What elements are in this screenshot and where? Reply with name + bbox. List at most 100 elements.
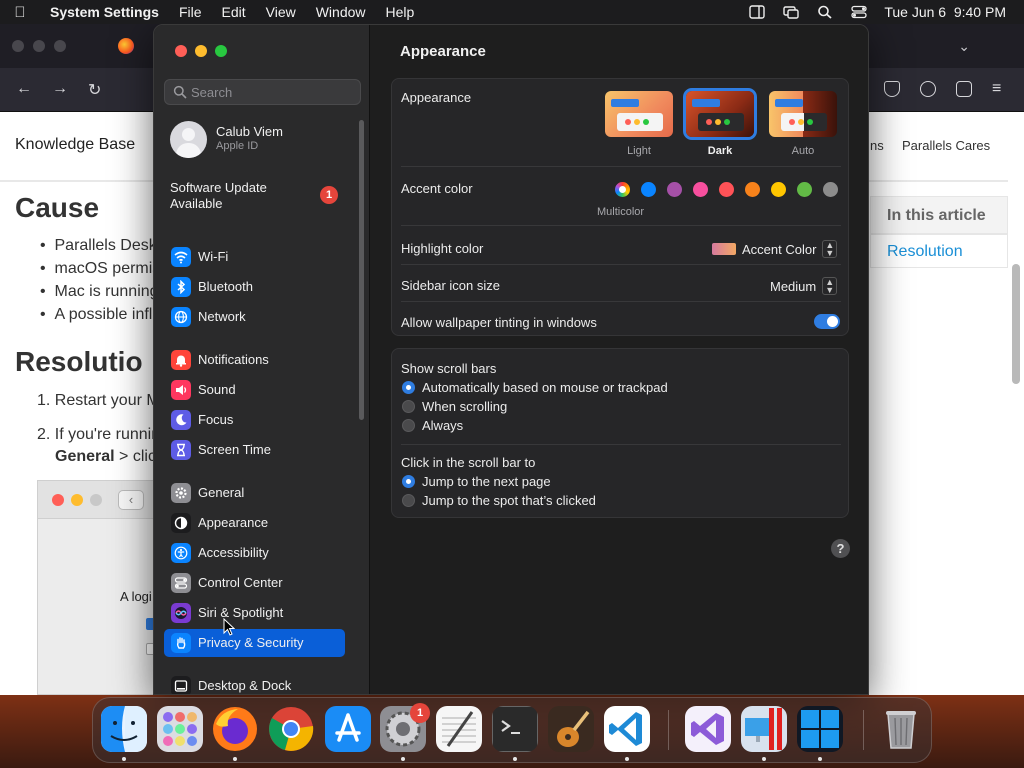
forward-icon[interactable]: → (52, 80, 68, 98)
menu-app-name[interactable]: System Settings (40, 4, 169, 20)
menu-help[interactable]: Help (376, 4, 425, 20)
sidebar-item-desktop-dock[interactable]: Desktop & Dock (164, 672, 345, 694)
dock-garageband-icon[interactable] (548, 706, 594, 752)
search-field[interactable] (164, 79, 361, 105)
sidebar-item-notifications[interactable]: Notifications (164, 346, 345, 374)
appearance-dark-option[interactable] (683, 88, 757, 140)
dock-launchpad-icon[interactable] (157, 706, 203, 752)
appearance-light-option[interactable] (605, 91, 673, 137)
hamburger-menu-icon[interactable]: ≡ (992, 80, 1001, 98)
dock-app-store-icon[interactable] (325, 706, 371, 752)
resolution-step: 2. If you're runnin (37, 426, 161, 443)
apple-id-account[interactable]: Calub Viem Apple ID (168, 117, 358, 161)
dock-icon (171, 676, 191, 694)
dock-chrome-icon[interactable] (268, 706, 314, 752)
accent-color-swatch[interactable] (719, 182, 734, 197)
jump-to-spot-label[interactable]: Jump to the spot that’s clicked (422, 493, 596, 508)
accent-color-swatch[interactable] (693, 182, 708, 197)
extensions-icon[interactable] (956, 81, 972, 97)
menu-clock[interactable]: Tue Jun 6 9:40 PM (884, 4, 1006, 20)
control-center-icon[interactable] (850, 5, 868, 19)
browser-scrollbar[interactable] (1012, 264, 1020, 384)
close-button[interactable] (175, 45, 187, 57)
dock-firefox-icon[interactable] (212, 706, 258, 752)
knowledge-base-link[interactable]: Knowledge Base (15, 136, 135, 154)
dock-finder-icon[interactable] (101, 706, 147, 752)
sidebar-item-bluetooth[interactable]: Bluetooth (164, 273, 345, 301)
accent-color-swatch[interactable] (797, 182, 812, 197)
dock-parallels-icon[interactable] (741, 706, 787, 752)
zoom-button[interactable] (215, 45, 227, 57)
sidebar-item-siri-spotlight[interactable]: Siri & Spotlight (164, 599, 345, 627)
appearance-card: Appearance Light Dark Auto Accent color … (391, 78, 849, 336)
scroll-always-radio[interactable] (402, 419, 415, 432)
chevron-down-icon[interactable]: ⌄ (958, 38, 970, 55)
accent-color-swatch[interactable] (745, 182, 760, 197)
menu-file[interactable]: File (169, 4, 212, 20)
sidebar-item-control-center[interactable]: Control Center (164, 569, 345, 597)
dock-visual-studio-icon[interactable] (685, 706, 731, 752)
sidebar-scrollbar[interactable] (359, 120, 364, 420)
screen-mirroring-icon[interactable] (782, 5, 800, 19)
scroll-when-scrolling-label[interactable]: When scrolling (422, 399, 507, 414)
account-icon[interactable] (920, 81, 936, 97)
firefox-tab-icon[interactable] (118, 38, 134, 54)
minimize-button[interactable] (195, 45, 207, 57)
sidebar-item-appearance[interactable]: Appearance (164, 509, 345, 537)
apple-menu-icon[interactable]:  (0, 4, 40, 21)
appearance-auto-option[interactable] (769, 91, 837, 137)
menu-view[interactable]: View (256, 4, 306, 20)
search-input[interactable] (191, 83, 351, 102)
sidebar-item-label: General (198, 485, 245, 500)
speaker-icon (171, 380, 191, 400)
jump-to-spot-radio[interactable] (402, 494, 415, 507)
accent-color-swatch[interactable] (771, 182, 786, 197)
sidebar-item-screen-time[interactable]: Screen Time (164, 436, 345, 464)
accent-multicolor-swatch[interactable] (615, 182, 630, 197)
software-update-item[interactable]: Software Update Available (170, 180, 310, 212)
menu-edit[interactable]: Edit (212, 4, 256, 20)
resolution-toc-link[interactable]: Resolution (870, 234, 1008, 268)
scroll-auto-label[interactable]: Automatically based on mouse or trackpad (422, 380, 668, 395)
pocket-icon[interactable] (884, 81, 900, 97)
dock-vscode-icon[interactable] (604, 706, 650, 752)
accent-color-swatch[interactable] (641, 182, 656, 197)
sidebar-icon-size-popup[interactable]: Medium ▲ ▼ (770, 277, 838, 295)
sidebar-toggle-icon[interactable] (748, 5, 766, 19)
sidebar-item-accessibility[interactable]: Accessibility (164, 539, 345, 567)
dock-textedit-icon[interactable] (436, 706, 482, 752)
sidebar-item-label: Accessibility (198, 545, 269, 560)
browser-traffic-lights (12, 40, 66, 52)
sidebar-item-privacy-security[interactable]: Privacy & Security (164, 629, 345, 657)
sidebar-item-network[interactable]: Network (164, 303, 345, 331)
highlight-color-popup[interactable]: Accent Color ▲ ▼ (712, 240, 838, 258)
sidebar-item-general[interactable]: General (164, 479, 345, 507)
reload-icon[interactable]: ↻ (88, 80, 101, 100)
accent-color-swatch[interactable] (823, 182, 838, 197)
nav-link-partial[interactable]: ns (870, 138, 884, 153)
help-button[interactable]: ? (831, 539, 850, 558)
running-indicator (401, 757, 405, 761)
accent-color-swatch[interactable] (667, 182, 682, 197)
spotlight-search-icon[interactable] (816, 5, 834, 19)
back-icon[interactable]: ← (16, 80, 32, 98)
sidebar-item-focus[interactable]: Focus (164, 406, 345, 434)
dock-trash-icon[interactable] (878, 706, 924, 752)
dock-terminal-icon[interactable] (492, 706, 538, 752)
scroll-always-label[interactable]: Always (422, 418, 463, 433)
menu-window[interactable]: Window (306, 4, 376, 20)
appearance-icon (171, 513, 191, 533)
scroll-when-scrolling-radio[interactable] (402, 400, 415, 413)
sidebar-item-label: Focus (198, 412, 234, 427)
wallpaper-tinting-toggle[interactable] (814, 314, 840, 329)
parallels-cares-link[interactable]: Parallels Cares (902, 138, 990, 153)
sidebar-item-sound[interactable]: Sound (164, 376, 345, 404)
jump-next-page-label[interactable]: Jump to the next page (422, 474, 551, 489)
jump-next-page-radio[interactable] (402, 475, 415, 488)
updown-chevron-icon: ▲ ▼ (822, 240, 838, 258)
sidebar-item-wi-fi[interactable]: Wi-Fi (164, 243, 345, 271)
dock-windows-icon[interactable] (797, 706, 843, 752)
dock (92, 697, 932, 763)
wifi-icon (171, 247, 191, 267)
scroll-auto-radio[interactable] (402, 381, 415, 394)
